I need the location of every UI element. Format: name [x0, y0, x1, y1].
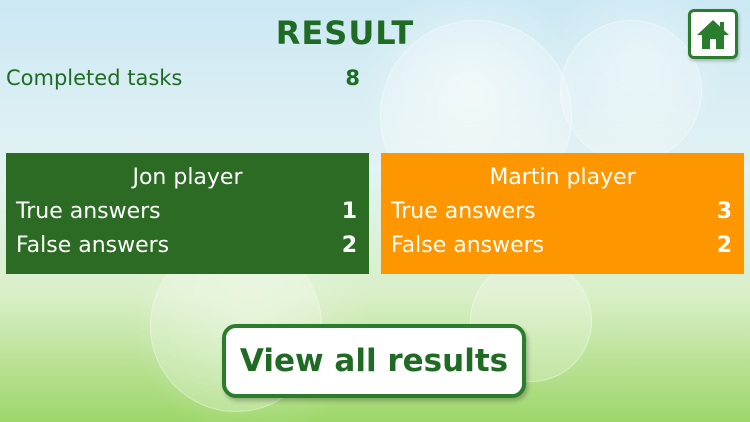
view-all-results-button[interactable]: View all results	[222, 324, 526, 398]
player-name: Martin player	[489, 165, 636, 190]
home-button[interactable]	[688, 9, 738, 59]
player-name: Jon player	[132, 165, 243, 190]
player-panel-jon: Jon player True answers 1 False answers …	[6, 153, 369, 274]
home-icon	[697, 20, 729, 49]
screen-title: RESULT	[275, 14, 415, 52]
false-answers-label: False answers	[16, 233, 170, 258]
false-answers-value: 2	[716, 233, 732, 258]
true-answers-value: 1	[341, 199, 357, 224]
true-answers-value: 3	[716, 199, 732, 224]
player-panel-martin: Martin player True answers 3 False answe…	[381, 153, 744, 274]
false-answers-label: False answers	[391, 233, 545, 258]
completed-tasks-value: 8	[345, 66, 360, 90]
true-answers-label: True answers	[16, 199, 161, 224]
false-answers-value: 2	[341, 233, 357, 258]
completed-tasks-label: Completed tasks	[6, 66, 183, 90]
true-answers-label: True answers	[391, 199, 536, 224]
